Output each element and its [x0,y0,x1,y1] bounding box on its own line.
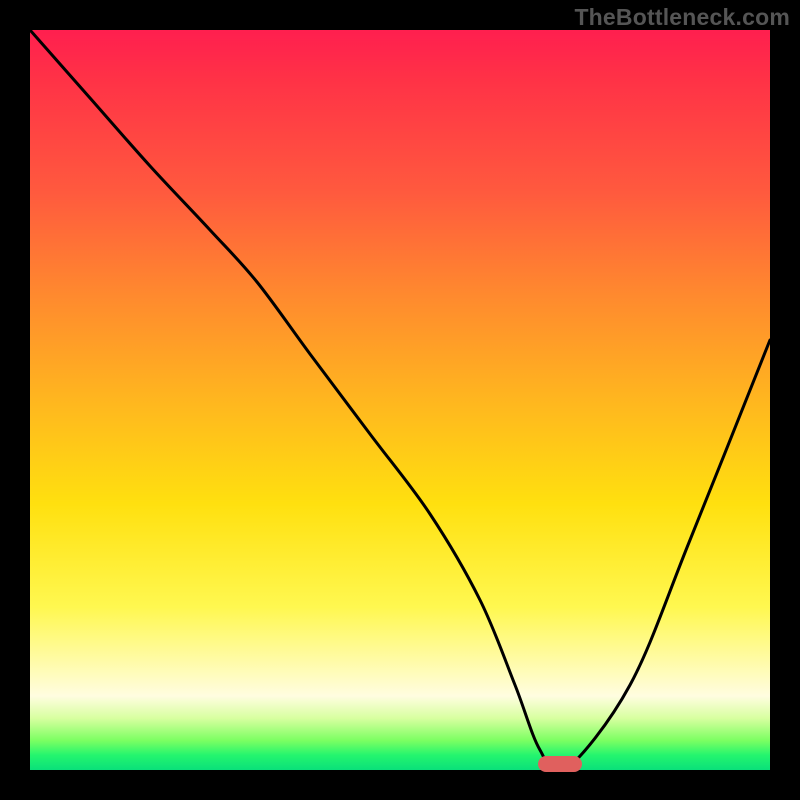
curve-svg [30,30,770,770]
chart-frame: TheBottleneck.com [0,0,800,800]
optimal-marker [538,756,582,772]
bottleneck-curve [30,30,770,770]
plot-area [30,30,770,770]
watermark-text: TheBottleneck.com [574,4,790,31]
